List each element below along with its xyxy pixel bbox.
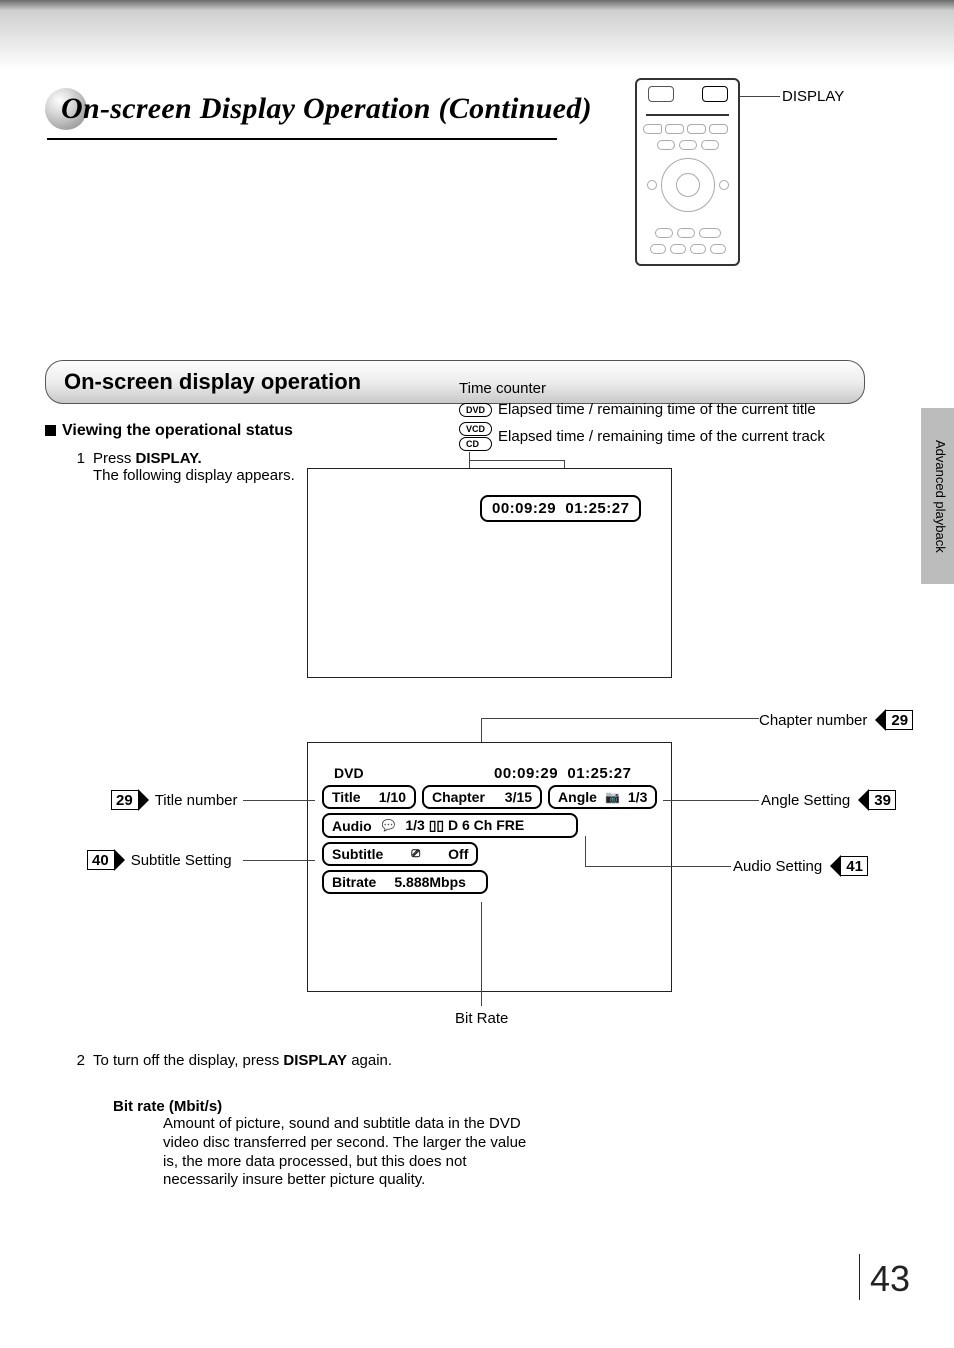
osd2-title-label: Title [332, 789, 361, 805]
leader-line [663, 800, 759, 801]
osd2-subtitle-label: Subtitle [332, 846, 383, 862]
remote-button-icon [690, 244, 706, 254]
leader-line [585, 836, 586, 866]
time-counter-dvd-line: Elapsed time / remaining time of the cur… [498, 401, 816, 418]
leader-line [739, 96, 779, 97]
remote-button-icon [710, 244, 726, 254]
callout-label: Subtitle Setting [131, 852, 232, 869]
osd2-audio-value: 1/3 ▯▯ D 6 Ch FRE [405, 817, 524, 834]
step-number: 1 [65, 450, 85, 484]
remote-button-icon [699, 228, 721, 238]
speech-icon: 💬 [382, 819, 396, 832]
osd2-angle-pill: Angle 📷 1/3 [548, 785, 657, 809]
callout-bit-rate: Bit Rate [455, 1010, 508, 1027]
callout-angle-setting: Angle Setting 39 [761, 790, 896, 810]
osd2-subtitle-value: Off [448, 846, 468, 862]
remote-button-icon [665, 124, 684, 134]
side-tab-label: Advanced playback [933, 440, 948, 553]
step1-button: DISPLAY. [136, 450, 202, 467]
title-underline [47, 138, 557, 140]
page-number: 43 [859, 1254, 910, 1300]
osd2-angle-value: 1/3 [628, 789, 647, 805]
step-number: 2 [65, 1052, 85, 1069]
remote-display-button-icon [702, 86, 728, 102]
remote-button-icon [655, 228, 673, 238]
leader-line [243, 860, 315, 861]
osd1-total: 01:25:27 [565, 500, 629, 517]
page-title: On-screen Display Operation (Continued) [61, 92, 592, 126]
step2-prefix: To turn off the display, press [93, 1052, 283, 1069]
callout-label: Chapter number [759, 712, 867, 729]
callout-chapter-number: Chapter number 29 [759, 710, 913, 730]
remote-button-icon [670, 244, 686, 254]
osd2-chapter-value: 3/15 [505, 789, 532, 805]
remote-label: DISPLAY [782, 88, 844, 105]
osd2-total: 01:25:27 [567, 765, 631, 782]
osd2-elapsed: 00:09:29 [494, 765, 558, 782]
step1-prefix: Press [93, 450, 136, 467]
leader-line [481, 902, 482, 1006]
leader-line [585, 866, 731, 867]
step2-suffix: again. [347, 1052, 392, 1069]
callout-label: Audio Setting [733, 858, 822, 875]
remote-button-icon [677, 228, 695, 238]
page-ref: 29 [111, 790, 139, 810]
remote-diagram [635, 78, 740, 266]
remote-button-icon [650, 244, 666, 254]
leader-line [481, 718, 759, 719]
osd1-elapsed: 00:09:29 [492, 500, 556, 517]
remote-button-icon [679, 140, 697, 150]
osd2-title-pill: Title 1/10 [322, 785, 416, 809]
cd-disc-icon: CD [459, 437, 492, 451]
camera-angle-icon: 📷 [605, 790, 620, 804]
vcd-disc-icon: VCD [459, 422, 492, 436]
osd2-chapter-label: Chapter [432, 789, 485, 805]
callout-label: Title number [155, 792, 238, 809]
callout-subtitle-setting: 40 Subtitle Setting [87, 850, 232, 870]
osd2-chapter-pill: Chapter 3/15 [422, 785, 542, 809]
osd2-angle-label: Angle [558, 789, 597, 805]
osd2-subtitle-pill: Subtitle ⎚ Off [322, 842, 478, 866]
osd2-bitrate-pill: Bitrate 5.888Mbps [322, 870, 488, 894]
bitrate-note-heading: Bit rate (Mbit/s) [113, 1098, 543, 1115]
osd2-bitrate-value: 5.888Mbps [394, 874, 466, 890]
page-ref: 39 [868, 790, 896, 810]
leader-line [469, 460, 564, 461]
page-ref: 41 [840, 856, 868, 876]
remote-button-icon [709, 124, 728, 134]
remote-button-icon [687, 124, 706, 134]
osd2-audio-pill: Audio 💬 1/3 ▯▯ D 6 Ch FRE [322, 813, 578, 838]
osd-time-pill: 00:09:29 01:25:27 [480, 495, 641, 522]
subheading-text: Viewing the operational status [62, 422, 293, 439]
remote-button-icon [701, 140, 719, 150]
callout-title-number: 29 Title number [111, 790, 238, 810]
bitrate-note-body: Amount of picture, sound and subtitle da… [163, 1115, 543, 1190]
osd2-title-value: 1/10 [379, 789, 406, 805]
step1-line2: The following display appears. [93, 467, 295, 484]
osd2-audio-label: Audio [332, 818, 372, 834]
remote-dpad-icon [647, 154, 729, 222]
osd-screen-2: DVD 00:09:29 01:25:27 Title 1/10 Chapter… [307, 742, 672, 992]
leader-line [243, 800, 315, 801]
remote-button-icon [648, 86, 674, 102]
square-bullet-icon [45, 425, 56, 436]
subtitle-icon: ⎚ [411, 848, 420, 861]
remote-button-icon [657, 140, 675, 150]
time-counter-vcd-line: Elapsed time / remaining time of the cur… [498, 428, 825, 445]
osd-screen-1: 00:09:29 01:25:27 [307, 468, 672, 678]
dvd-disc-icon: DVD [459, 403, 492, 417]
remote-button-icon [643, 124, 662, 134]
osd2-time: 00:09:29 01:25:27 [494, 765, 631, 782]
page-ref: 29 [885, 710, 913, 730]
callout-audio-setting: Audio Setting 41 [733, 856, 868, 876]
osd2-bitrate-label: Bitrate [332, 874, 376, 890]
page-ref: 40 [87, 850, 115, 870]
time-counter-title: Time counter [459, 380, 825, 397]
callout-label: Angle Setting [761, 792, 850, 809]
step2-button: DISPLAY [283, 1052, 347, 1069]
